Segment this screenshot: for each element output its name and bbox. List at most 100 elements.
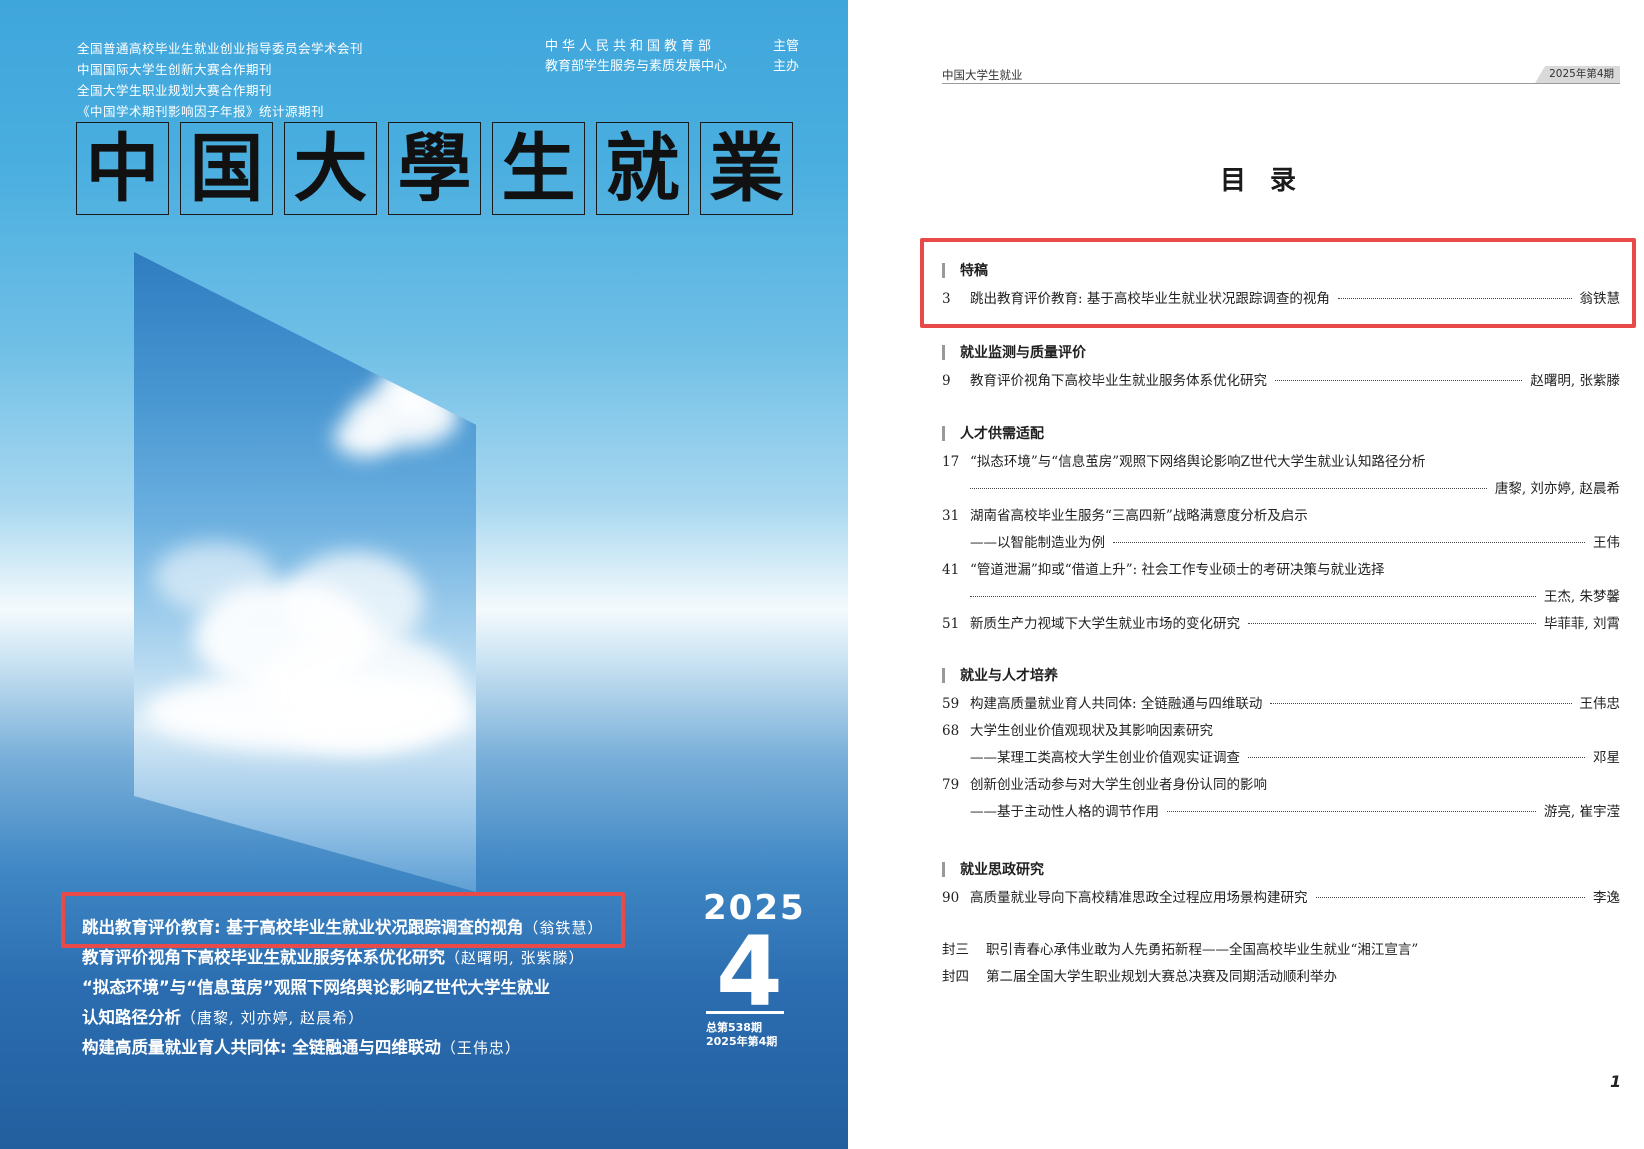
- toc-entry[interactable]: 90 高质量就业导向下高校精准思政全过程应用场景构建研究 李逸: [942, 886, 1620, 913]
- cover-article-authors: （赵曙明, 张紫滕）: [445, 949, 585, 967]
- cover-article-title: 构建高质量就业育人共同体: 全链融通与四维联动: [82, 1038, 441, 1057]
- entry-page: 90: [942, 890, 960, 906]
- sponsor-org: 教育部学生服务与素质发展中心: [545, 59, 728, 74]
- entry-title: 构建高质量就业育人共同体: 全链融通与四维联动: [970, 696, 1263, 712]
- toc-section: 就业与人才培养 59 构建高质量就业育人共同体: 全链融通与四维联动 王伟忠 6…: [942, 664, 1620, 827]
- entry-title: 大学生创业价值观现状及其影响因素研究: [970, 723, 1213, 739]
- masthead-char: 業: [700, 122, 793, 215]
- section-bar: [942, 667, 945, 683]
- section-header: 就业与人才培养: [942, 664, 1620, 686]
- entry-authors: 毕菲菲, 刘霄: [1543, 616, 1620, 632]
- entry-subtitle: ——某理工类高校大学生创业价值观实证调查: [970, 750, 1240, 766]
- toc-entry[interactable]: 9 教育评价视角下高校毕业生就业服务体系优化研究 赵曙明, 张紫滕: [942, 369, 1620, 396]
- leader-dots: [1248, 757, 1585, 758]
- entry-authors: 王伟: [1593, 535, 1620, 551]
- entry-subtitle: ——以智能制造业为例: [970, 535, 1105, 551]
- entry-subtitle: ——基于主动性人格的调节作用: [970, 804, 1159, 820]
- entry-title: “管道泄漏”抑或“借道上升”: 社会工作专业硕士的考研决策与就业选择: [970, 562, 1385, 578]
- toc-entry-continuation[interactable]: ——某理工类高校大学生创业价值观实证调查 邓星: [942, 746, 1620, 773]
- toc-entry[interactable]: 79 创新创业活动参与对大学生创业者身份认同的影响: [942, 773, 1620, 800]
- highlight-box: [920, 238, 1636, 328]
- affiliation-line: 中国国际大学生创新大赛合作期刊: [77, 62, 273, 77]
- issue-divider: [706, 1011, 784, 1014]
- section-name: 就业与人才培养: [960, 668, 1058, 684]
- section-bar: [942, 861, 945, 877]
- backmatter-text: 第二届全国大学生职业规划大赛总决赛及同期活动顺利举办: [986, 969, 1337, 985]
- toc-entry[interactable]: 31 湖南省高校毕业生服务“三高四新”战略满意度分析及启示: [942, 504, 1620, 531]
- toc-page: 中国大学生就业 2025年第4期 目录 特稿 3 跳出教育评价教育: 基于高校毕…: [848, 0, 1644, 1149]
- backmatter-item[interactable]: 封四 第二届全国大学生职业规划大赛总决赛及同期活动顺利举办: [942, 965, 1418, 992]
- section-name: 就业监测与质量评价: [960, 345, 1086, 361]
- backmatter-label: 封四: [942, 969, 969, 985]
- affiliation-line: 全国大学生职业规划大赛合作期刊: [77, 83, 273, 98]
- cover-article-authors: （唐黎, 刘亦婷, 赵晨希）: [181, 1009, 365, 1027]
- page-header: 中国大学生就业 2025年第4期: [942, 66, 1620, 84]
- cover-article[interactable]: 认知路径分析（唐黎, 刘亦婷, 赵晨希）: [82, 1003, 603, 1033]
- masthead-char: 就: [596, 122, 689, 215]
- sponsor-org: 中华人民共和国教育部: [545, 39, 716, 54]
- masthead-char: 生: [492, 122, 585, 215]
- leader-dots: [970, 488, 1487, 489]
- cover-article-title: 教育评价视角下高校毕业生就业服务体系优化研究: [82, 948, 445, 967]
- leader-dots: [1275, 380, 1523, 381]
- entry-title: 高质量就业导向下高校精准思政全过程应用场景构建研究: [970, 890, 1308, 906]
- entry-authors: 游亮, 崔宇滢: [1543, 804, 1620, 820]
- toc-entry[interactable]: 59 构建高质量就业育人共同体: 全链融通与四维联动 王伟忠: [942, 692, 1620, 719]
- entry-authors: 唐黎, 刘亦婷, 赵晨希: [1494, 481, 1620, 497]
- entry-title: 教育评价视角下高校毕业生就业服务体系优化研究: [970, 373, 1267, 389]
- leader-dots: [970, 596, 1536, 597]
- toc-entry[interactable]: 68 大学生创业价值观现状及其影响因素研究: [942, 719, 1620, 746]
- entry-authors: 王杰, 朱梦馨: [1543, 589, 1620, 605]
- section-header: 就业监测与质量评价: [942, 341, 1620, 363]
- toc-title: 目录: [1219, 166, 1320, 196]
- section-bar: [942, 344, 945, 360]
- cover-article[interactable]: 构建高质量就业育人共同体: 全链融通与四维联动（王伟忠）: [82, 1033, 603, 1063]
- entry-authors: 赵曙明, 张紫滕: [1530, 373, 1620, 389]
- section-header: 就业思政研究: [942, 858, 1620, 880]
- toc-entry[interactable]: 51 新质生产力视域下大学生就业市场的变化研究 毕菲菲, 刘霄: [942, 612, 1620, 639]
- entry-page: 41: [942, 562, 960, 578]
- entry-page: 51: [942, 616, 960, 632]
- toc-entry-continuation[interactable]: 唐黎, 刘亦婷, 赵晨希: [942, 477, 1620, 504]
- entry-page: 31: [942, 508, 960, 524]
- backmatter-item[interactable]: 封三 职引青春心承伟业敢为人先勇拓新程——全国高校毕业生就业“湘江宣言”: [942, 938, 1418, 965]
- sponsor-role: 主办: [773, 59, 800, 74]
- toc-section: 人才供需适配 17 “拟态环境”与“信息茧房”观照下网络舆论影响Z世代大学生就业…: [942, 422, 1620, 639]
- entry-page: 59: [942, 696, 960, 712]
- masthead-char: 国: [180, 122, 273, 215]
- journal-masthead: 中 国 大 學 生 就 業: [76, 122, 793, 215]
- cover-article-title: 认知路径分析: [82, 1008, 181, 1027]
- sky-panel-image: [134, 252, 476, 892]
- toc-entry[interactable]: 41 “管道泄漏”抑或“借道上升”: 社会工作专业硕士的考研决策与就业选择: [942, 558, 1620, 585]
- toc-section: 就业思政研究 90 高质量就业导向下高校精准思政全过程应用场景构建研究 李逸: [942, 858, 1620, 913]
- cover-article-authors: （王伟忠）: [440, 1039, 521, 1057]
- masthead-char: 大: [284, 122, 377, 215]
- toc-entry-continuation[interactable]: 王杰, 朱梦馨: [942, 585, 1620, 612]
- entry-title: 新质生产力视域下大学生就业市场的变化研究: [970, 616, 1240, 632]
- cover-sponsors: 中华人民共和国教育部 主管 教育部学生服务与素质发展中心 主办: [545, 37, 799, 77]
- leader-dots: [1167, 811, 1536, 812]
- toc-entry[interactable]: 17 “拟态环境”与“信息茧房”观照下网络舆论影响Z世代大学生就业认知路径分析: [942, 450, 1620, 477]
- cover-issue-meta: 总第538期 2025年第4期: [706, 1021, 777, 1049]
- entry-title: 湖南省高校毕业生服务“三高四新”战略满意度分析及启示: [970, 508, 1308, 524]
- cover-article-title: “拟态环境”与“信息茧房”观照下网络舆论影响Z世代大学生就业: [82, 978, 550, 997]
- leader-dots: [1248, 623, 1536, 624]
- journal-cover: 全国普通高校毕业生就业创业指导委员会学术会刊 中国国际大学生创新大赛合作期刊 全…: [0, 0, 848, 1149]
- highlight-box: [61, 892, 625, 948]
- leader-dots: [1270, 703, 1572, 704]
- entry-page: 68: [942, 723, 960, 739]
- entry-title: 创新创业活动参与对大学生创业者身份认同的影响: [970, 777, 1267, 793]
- affiliation-line: 《中国学术期刊影响因子年报》统计源期刊: [77, 104, 325, 119]
- cover-issue-number: 4: [716, 916, 783, 1028]
- toc-section: 就业监测与质量评价 9 教育评价视角下高校毕业生就业服务体系优化研究 赵曙明, …: [942, 341, 1620, 396]
- toc-entry-continuation[interactable]: ——基于主动性人格的调节作用 游亮, 崔宇滢: [942, 800, 1620, 827]
- toc-entry-continuation[interactable]: ——以智能制造业为例 王伟: [942, 531, 1620, 558]
- page-number: 1: [1610, 1072, 1622, 1091]
- leader-dots: [1113, 542, 1585, 543]
- running-header-issue: 2025年第4期: [1535, 66, 1620, 83]
- entry-page: 9: [942, 373, 951, 389]
- backmatter-text: 职引青春心承伟业敢为人先勇拓新程——全国高校毕业生就业“湘江宣言”: [986, 942, 1419, 958]
- section-name: 人才供需适配: [960, 426, 1044, 442]
- cover-article[interactable]: “拟态环境”与“信息茧房”观照下网络舆论影响Z世代大学生就业: [82, 973, 603, 1003]
- masthead-char: 中: [76, 122, 169, 215]
